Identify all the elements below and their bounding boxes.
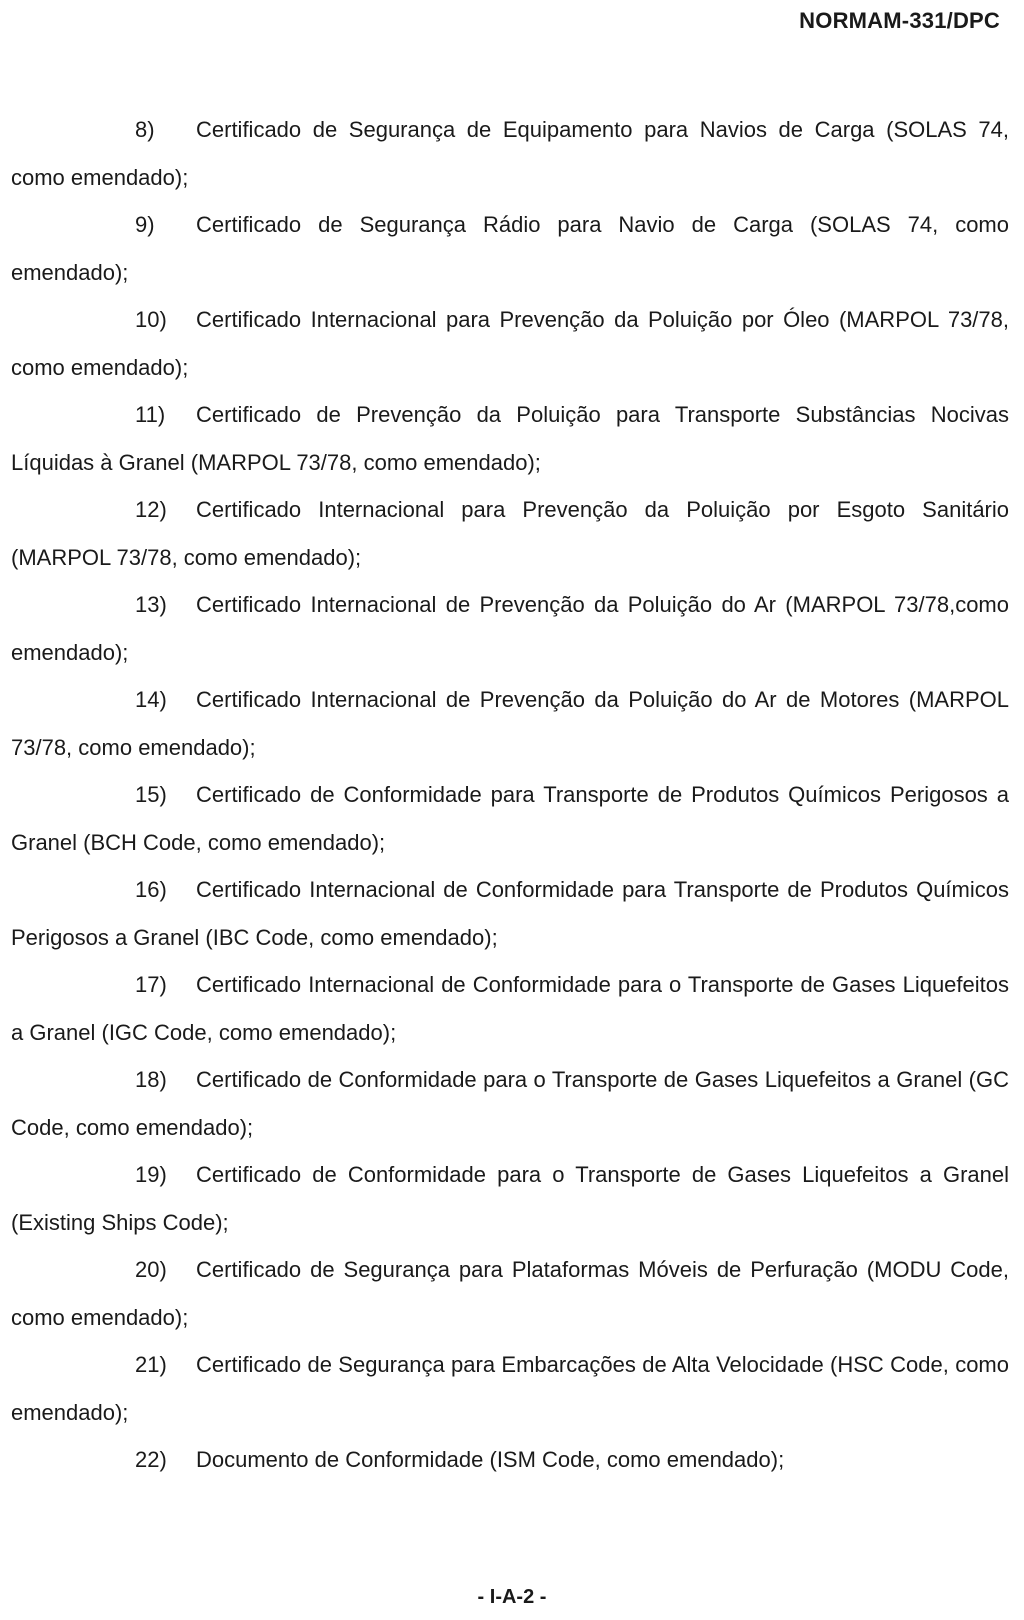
list-item: 20) Certificado de Segurança para Platafo… (11, 1246, 1009, 1341)
list-item: 10) Certificado Internacional para Preven… (11, 296, 1009, 391)
list-item: 19) Certificado de Conformidade para o Tr… (11, 1151, 1009, 1246)
list-item: 22) Documento de Conformidade (ISM Code, … (11, 1436, 1009, 1484)
item-number: 11) (135, 402, 166, 427)
list-item: 21) Certificado de Segurança para Embarca… (11, 1341, 1009, 1436)
list-item: 12) Certificado Internacional para Preven… (11, 486, 1009, 581)
item-text: Documento de Conformidade (ISM Code, com… (196, 1447, 785, 1472)
list-item: 17) Certificado Internacional de Conformi… (11, 961, 1009, 1056)
page-number: - I-A-2 - (477, 1586, 547, 1608)
certificate-list: 8) Certificado de Segurança de Equipament… (11, 106, 1009, 1484)
item-number: 18) (135, 1067, 167, 1092)
item-number: 19) (135, 1162, 167, 1187)
list-item: 18) Certificado de Conformidade para o Tr… (11, 1056, 1009, 1151)
document-code-header: NORMAM-331/DPC (799, 8, 1000, 33)
item-number: 8) (135, 117, 155, 142)
item-number: 17) (135, 972, 167, 997)
item-number: 21) (135, 1352, 167, 1377)
list-item: 15) Certificado de Conformidade para Tran… (11, 771, 1009, 866)
item-number: 9) (135, 212, 155, 237)
item-number: 12) (135, 497, 167, 522)
list-item: 9) Certificado de Segurança Rádio para Na… (11, 201, 1009, 296)
item-number: 22) (135, 1447, 167, 1472)
list-item: 8) Certificado de Segurança de Equipament… (11, 106, 1009, 201)
item-number: 10) (135, 307, 167, 332)
list-item: 11) Certificado de Prevenção da Poluição … (11, 391, 1009, 486)
item-number: 16) (135, 877, 167, 902)
list-item: 14) Certificado Internacional de Prevençã… (11, 676, 1009, 771)
list-item: 13) Certificado Internacional de Prevençã… (11, 581, 1009, 676)
item-number: 15) (135, 782, 167, 807)
item-number: 14) (135, 687, 167, 712)
list-item: 16) Certificado Internacional de Conformi… (11, 866, 1009, 961)
item-number: 13) (135, 592, 167, 617)
item-number: 20) (135, 1257, 167, 1282)
document-page: NORMAM-331/DPC 8) Certificado de Seguranç… (0, 0, 1024, 1620)
